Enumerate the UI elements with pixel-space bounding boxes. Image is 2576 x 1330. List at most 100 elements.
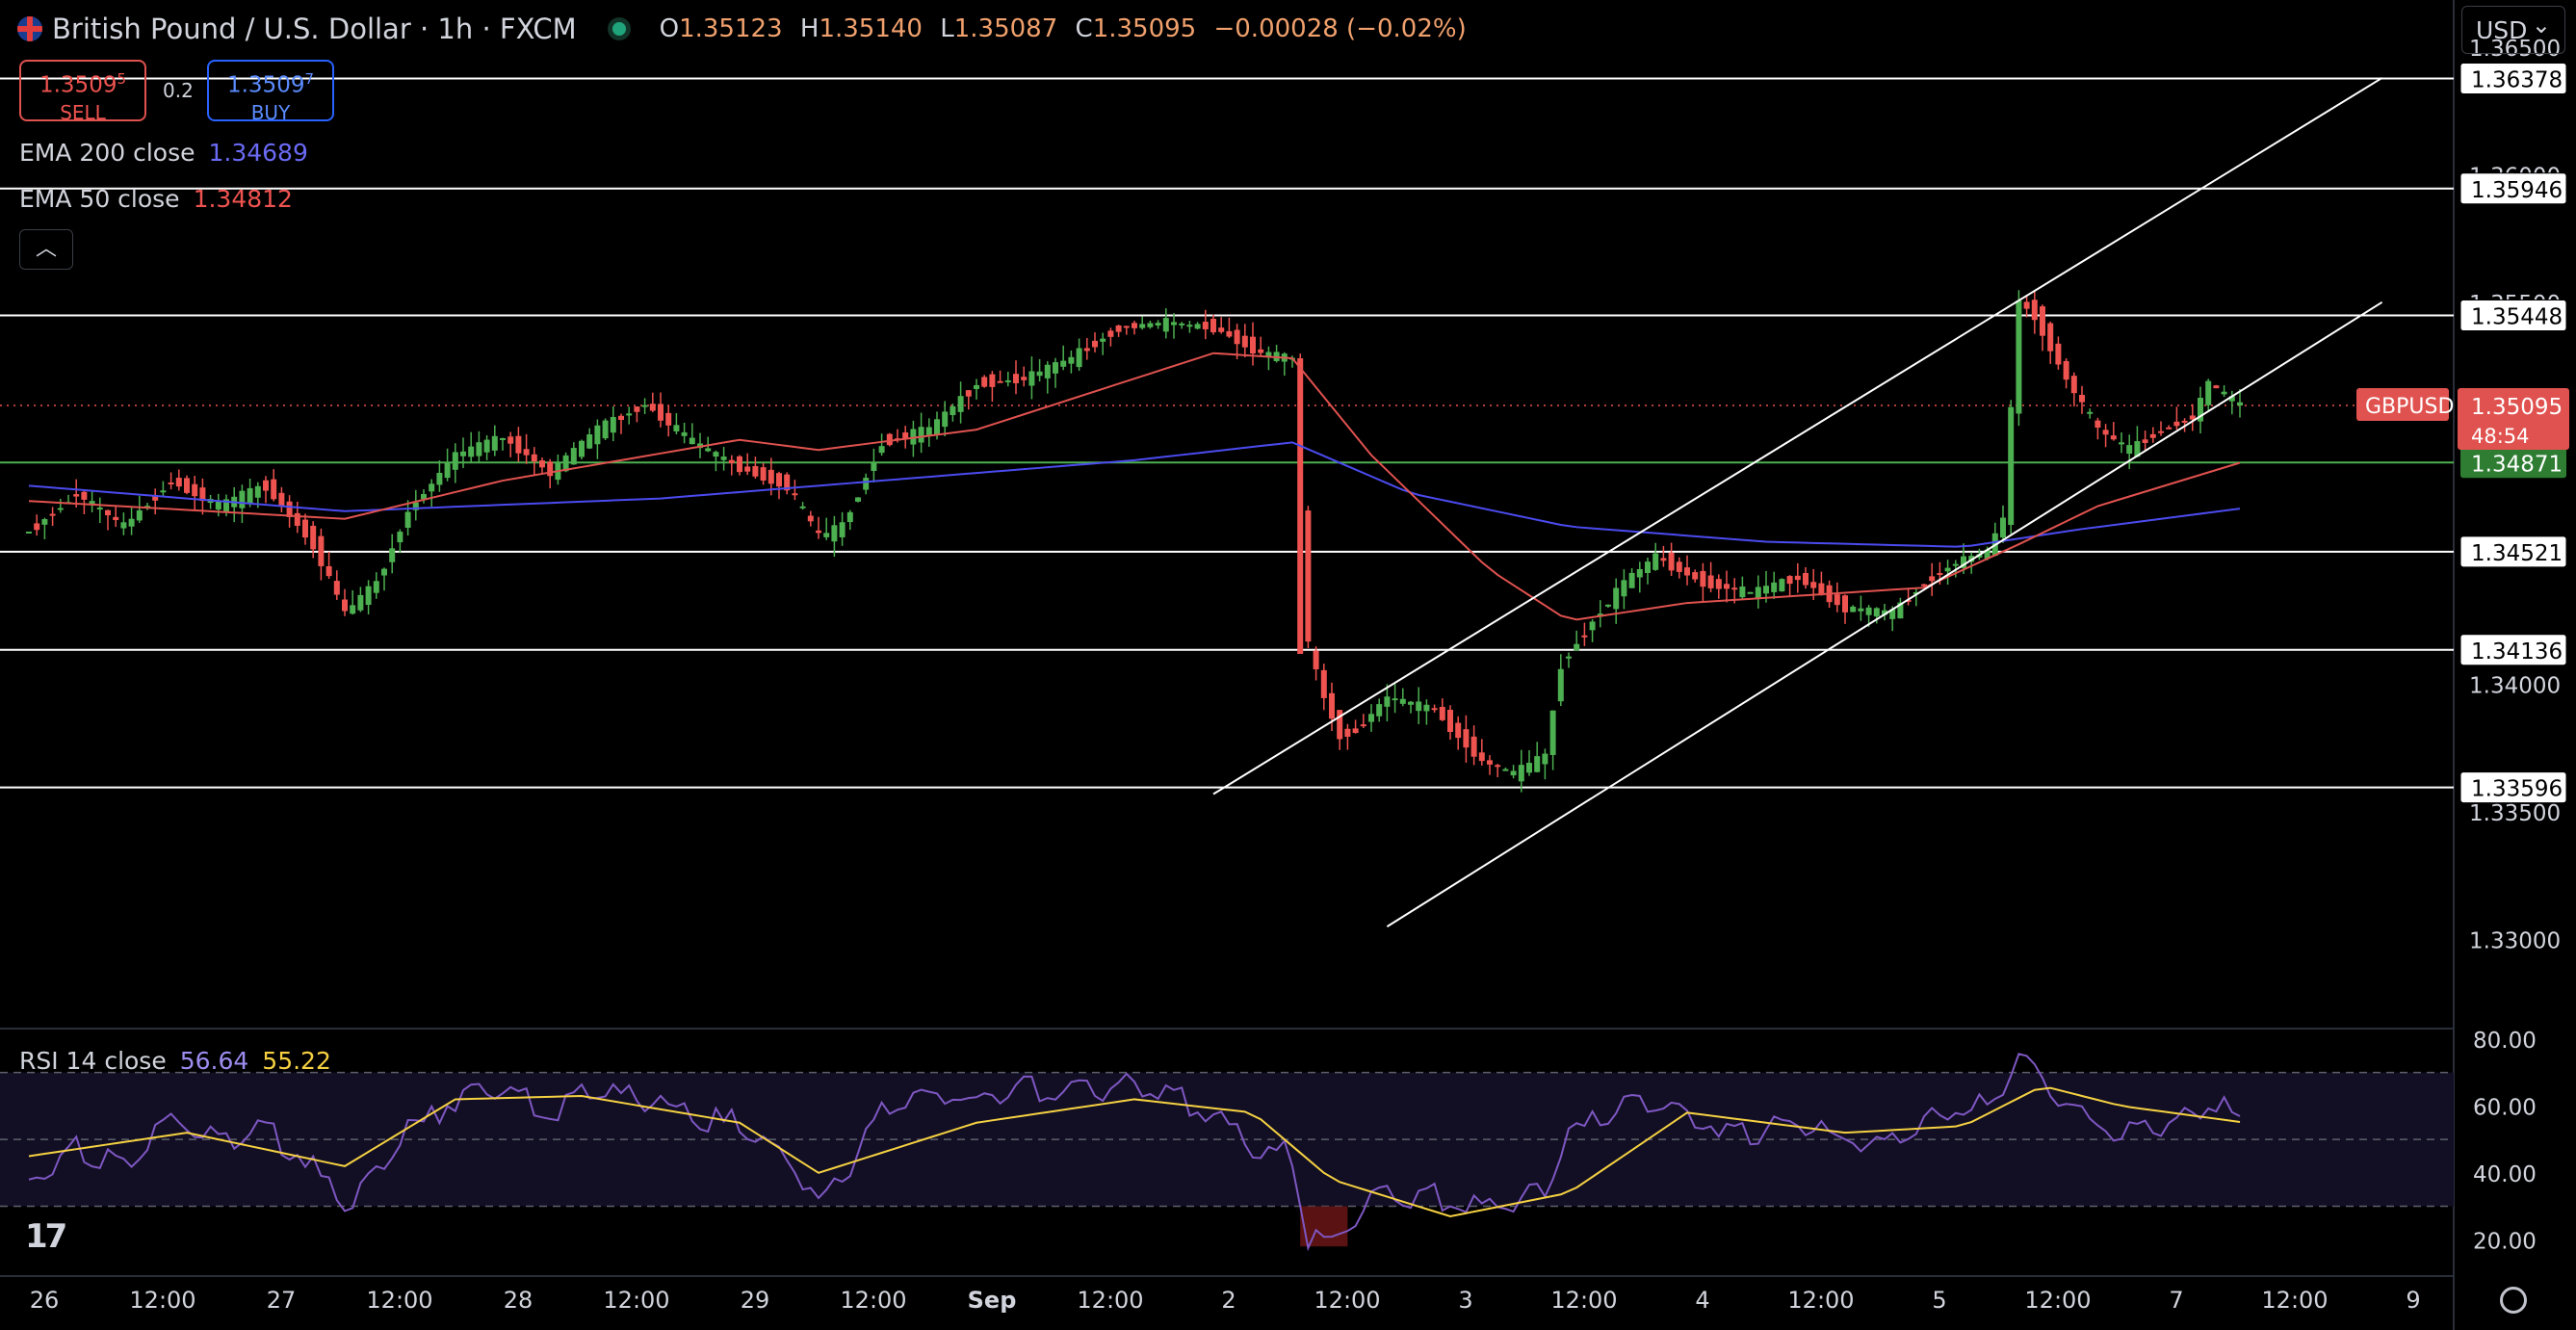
tradingview-logo-icon[interactable]: 17 — [25, 1217, 67, 1256]
candle-body — [1929, 576, 1936, 582]
candle-body — [1628, 572, 1635, 588]
candle-body — [1028, 371, 1035, 386]
candle-body — [1731, 587, 1738, 590]
candle-body — [878, 446, 885, 454]
candle-body — [2237, 402, 2243, 406]
chart-canvas[interactable]: 1.365001.360001.355001.350001.345001.340… — [0, 0, 2576, 1330]
rsi-legend[interactable]: RSI 14 close 56.64 55.22 — [19, 1047, 331, 1075]
candle-body — [247, 487, 253, 504]
price-tick-label: 1.34000 — [2469, 674, 2561, 699]
candle-body — [2181, 420, 2188, 423]
candle-body — [397, 532, 403, 543]
candle-body — [1416, 701, 1422, 712]
ema200-line — [28, 441, 2241, 548]
candle-body — [105, 509, 111, 516]
sell-price: 1.3509 — [39, 72, 117, 98]
candle-body — [1210, 318, 1216, 333]
candle-body — [81, 491, 88, 500]
currency-select[interactable]: USD — [2461, 1, 2565, 54]
candle-body — [1352, 728, 1359, 734]
ema50-value: 1.34812 — [193, 185, 293, 213]
candle-body — [760, 467, 767, 481]
candle-body — [713, 452, 719, 457]
gear-icon[interactable] — [2500, 1287, 2527, 1314]
candle-body — [350, 605, 356, 614]
candle-body — [2205, 380, 2212, 405]
candle-body — [570, 448, 577, 465]
candle-body — [776, 473, 782, 487]
candle-body — [373, 581, 379, 593]
candle-body — [1021, 377, 1028, 380]
candle-body — [1684, 567, 1690, 576]
candle-body — [1542, 753, 1548, 765]
candle-body — [626, 413, 633, 416]
time-tick-label: 12:00 — [366, 1287, 432, 1314]
candle-body — [436, 472, 443, 485]
low-value: 1.35087 — [953, 14, 1058, 43]
candle-body — [1218, 327, 1225, 332]
rsi-label: RSI 14 close — [19, 1047, 167, 1075]
candle-body — [1834, 594, 1840, 606]
candle-body — [239, 490, 246, 509]
candle-body — [136, 509, 143, 521]
open-label: O — [659, 14, 680, 43]
candle-body — [658, 404, 664, 421]
candle-body — [1779, 579, 1785, 592]
sell-price-sup: 5 — [117, 70, 127, 88]
candle-body — [1652, 553, 1659, 570]
time-tick-label: 12:00 — [1077, 1287, 1143, 1314]
candle-body — [1305, 510, 1312, 642]
candle-body — [594, 425, 601, 445]
candle-body — [2119, 442, 2124, 445]
candle-body — [934, 419, 940, 435]
ema50-label: EMA 50 close — [19, 185, 180, 213]
candle-body — [1194, 324, 1201, 329]
candle-body — [2031, 300, 2038, 321]
rsi-tick-label: 80.00 — [2473, 1029, 2537, 1054]
candle-body — [649, 404, 656, 411]
candle-body — [483, 439, 490, 453]
candle-body — [1526, 763, 1532, 773]
candle-body — [1060, 360, 1067, 367]
symbol-title[interactable]: British Pound / U.S. Dollar · 1h · FXCM — [52, 13, 577, 45]
chevron-up-icon: ︿ — [35, 237, 57, 261]
candle-body — [1810, 582, 1817, 588]
candles — [26, 290, 2243, 793]
ohlc-readout: O1.35123 H1.35140 L1.35087 C1.35095 −0.0… — [660, 14, 1467, 43]
candle-body — [1408, 701, 1414, 705]
buy-button[interactable]: 1.35097 BUY — [207, 60, 334, 124]
ema50-legend[interactable]: EMA 50 close 1.34812 — [19, 185, 293, 213]
candle-body — [1139, 324, 1146, 328]
spread-value: 0.2 — [163, 79, 194, 102]
candle-body — [389, 548, 396, 562]
candle-body — [254, 485, 261, 498]
sell-button[interactable]: 1.35095 SELL — [19, 60, 146, 124]
candle-body — [1865, 607, 1872, 615]
candle-body — [918, 427, 924, 443]
candle-body — [1747, 591, 1754, 594]
candle-body — [278, 492, 285, 508]
buy-price-sup: 7 — [304, 70, 315, 88]
candle-body — [184, 478, 190, 493]
time-tick-label: 5 — [1932, 1287, 1946, 1314]
candle-body — [2016, 300, 2022, 414]
market-status-icon[interactable] — [607, 17, 631, 40]
rsi-tick-label: 40.00 — [2473, 1162, 2537, 1187]
candle-body — [1431, 708, 1438, 711]
candle-body — [1123, 326, 1130, 328]
candle-body — [41, 519, 48, 525]
ema200-legend[interactable]: EMA 200 close 1.34689 — [19, 139, 308, 167]
candle-body — [1004, 379, 1011, 382]
candle-body — [444, 461, 451, 479]
candle-body — [2055, 343, 2062, 365]
candle-body — [1510, 770, 1517, 776]
candle-body — [2087, 411, 2094, 414]
candle-body — [1952, 563, 1959, 566]
symbol-tag-label: GBPUSD — [2365, 395, 2454, 419]
candle-body — [1337, 710, 1343, 740]
candle-body — [325, 565, 332, 577]
candle-body — [1399, 698, 1406, 704]
candle-body — [1937, 573, 1943, 576]
candle-body — [602, 420, 609, 439]
collapse-legend-button[interactable]: ︿ — [19, 229, 73, 270]
